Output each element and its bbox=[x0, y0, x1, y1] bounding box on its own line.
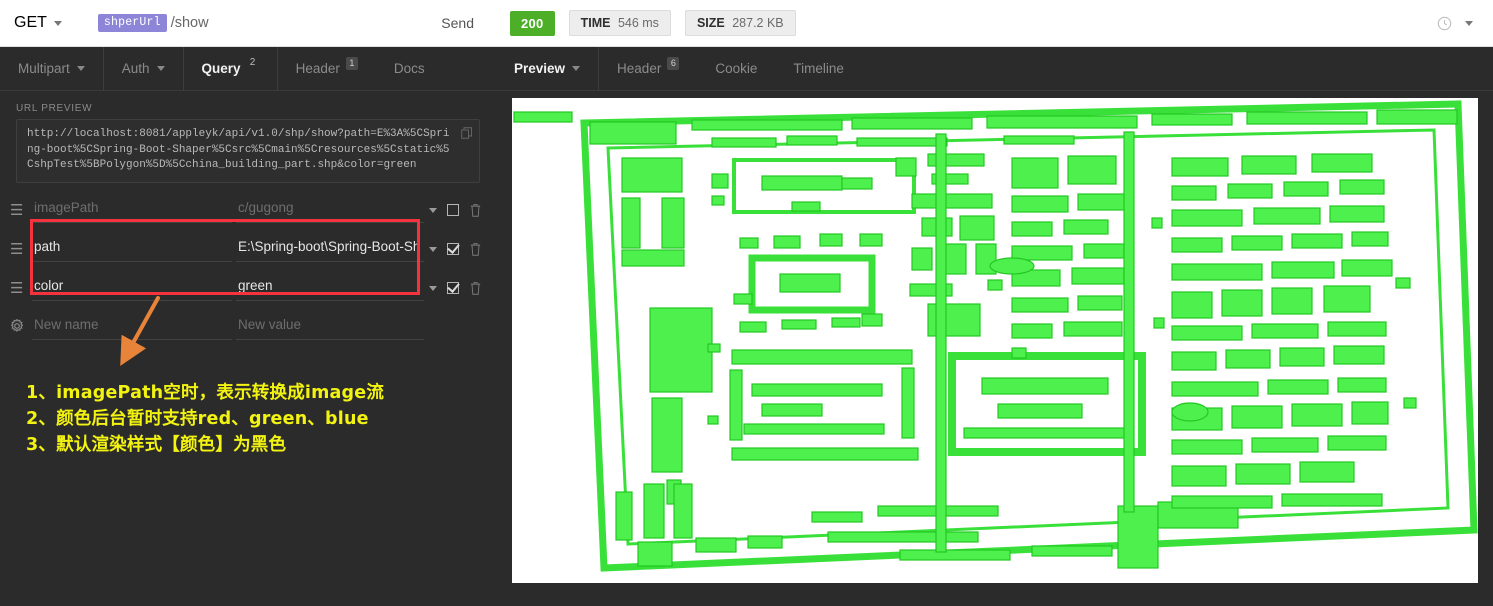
url-variable-chip: shperUrl bbox=[97, 14, 167, 32]
chevron-down-icon bbox=[156, 66, 165, 71]
shapefile-render-svg bbox=[511, 98, 1478, 583]
param-row-new bbox=[0, 308, 496, 347]
copy-icon[interactable] bbox=[461, 127, 473, 139]
tab-query-label: Query bbox=[201, 61, 241, 76]
url-preview-label: URL PREVIEW bbox=[16, 103, 93, 114]
request-pane: GET shperUrl /show Send Multipart Auth Q… bbox=[0, 0, 496, 606]
http-method-label: GET bbox=[14, 14, 47, 31]
tab-timeline-label: Timeline bbox=[793, 61, 844, 76]
delete-icon[interactable] bbox=[469, 242, 482, 256]
response-pane: 200 TIME 546 ms SIZE 287.2 KB Preview He… bbox=[496, 0, 1493, 606]
param-name-input[interactable] bbox=[32, 197, 232, 223]
param-name-input[interactable] bbox=[32, 236, 232, 262]
response-size-value: 287.2 KB bbox=[732, 16, 784, 30]
tab-cookie[interactable]: Cookie bbox=[697, 47, 775, 90]
response-status-bar: 200 TIME 546 ms SIZE 287.2 KB bbox=[496, 0, 1493, 47]
response-tabbar: Preview Header 6 Cookie Timeline bbox=[496, 47, 1493, 91]
param-controls bbox=[429, 281, 484, 295]
annotation-note-2: 2、颜色后台暂时支持red、green、blue bbox=[26, 409, 369, 429]
chevron-down-icon[interactable] bbox=[429, 285, 437, 291]
param-enabled-checkbox[interactable] bbox=[447, 282, 459, 294]
tab-response-header-badge: 6 bbox=[667, 57, 680, 70]
drag-handle-icon[interactable]: ☰ bbox=[10, 242, 32, 257]
annotation-note-1: 1、imagePath空时，表示转换成image流 bbox=[26, 383, 385, 403]
delete-icon[interactable] bbox=[469, 281, 482, 295]
tab-docs-label: Docs bbox=[393, 61, 425, 76]
url-preview-section: URL PREVIEW http://localhost:8081/appley… bbox=[0, 91, 496, 187]
request-bar: GET shperUrl /show Send bbox=[0, 0, 496, 47]
new-param-name-cell bbox=[32, 308, 232, 347]
query-params-list: ☰ ☰ bbox=[0, 187, 496, 347]
tab-header-badge: 1 bbox=[345, 57, 358, 70]
param-name-cell bbox=[32, 230, 232, 269]
tab-header[interactable]: Header 1 bbox=[278, 47, 376, 90]
response-history-control[interactable] bbox=[1437, 16, 1479, 31]
param-value-input[interactable] bbox=[236, 236, 424, 262]
param-value-cell bbox=[236, 191, 424, 230]
tab-auth[interactable]: Auth bbox=[104, 47, 184, 90]
param-row: ☰ bbox=[0, 191, 496, 230]
param-row: ☰ bbox=[0, 269, 496, 308]
annotation-note-3: 3、默认渲染样式【颜色】为黑色 bbox=[26, 435, 287, 455]
chevron-down-icon[interactable] bbox=[1465, 20, 1473, 26]
param-value-input[interactable] bbox=[236, 197, 424, 223]
tab-multipart[interactable]: Multipart bbox=[0, 47, 104, 90]
tab-response-header[interactable]: Header 6 bbox=[599, 47, 697, 90]
new-param-name-input[interactable] bbox=[32, 314, 232, 340]
http-method-selector[interactable]: GET bbox=[14, 14, 62, 32]
chevron-down-icon[interactable] bbox=[429, 246, 437, 252]
param-value-cell bbox=[236, 230, 424, 269]
send-button[interactable]: Send bbox=[441, 15, 482, 31]
response-time-chip: TIME 546 ms bbox=[568, 10, 671, 36]
tab-docs[interactable]: Docs bbox=[376, 47, 443, 90]
param-enabled-checkbox[interactable] bbox=[447, 204, 459, 216]
chevron-down-icon bbox=[572, 66, 581, 71]
tab-cookie-label: Cookie bbox=[715, 61, 758, 76]
tab-query[interactable]: Query 2 bbox=[183, 47, 278, 90]
param-name-cell bbox=[32, 269, 232, 308]
request-tabbar: Multipart Auth Query 2 Header 1 Docs bbox=[0, 47, 496, 91]
tab-timeline[interactable]: Timeline bbox=[775, 47, 862, 90]
api-client-window: GET shperUrl /show Send Multipart Auth Q… bbox=[0, 0, 1493, 606]
chevron-down-icon[interactable] bbox=[429, 207, 437, 213]
clock-icon[interactable] bbox=[1437, 16, 1452, 31]
tab-preview[interactable]: Preview bbox=[496, 47, 600, 90]
delete-icon[interactable] bbox=[469, 203, 482, 217]
param-value-cell bbox=[236, 269, 424, 308]
url-display[interactable]: shperUrl /show bbox=[97, 14, 209, 32]
drag-handle-icon[interactable]: ☰ bbox=[10, 203, 32, 218]
param-value-input[interactable] bbox=[236, 275, 424, 301]
status-badge: 200 bbox=[510, 10, 555, 36]
response-size-key: SIZE bbox=[696, 16, 725, 30]
tab-multipart-label: Multipart bbox=[18, 61, 70, 76]
new-param-value-input[interactable] bbox=[236, 314, 424, 340]
drag-handle-icon[interactable]: ☰ bbox=[10, 281, 32, 296]
tab-response-header-label: Header bbox=[617, 61, 662, 76]
shapefile-preview-image bbox=[511, 98, 1478, 583]
url-preview-box: http://localhost:8081/appleyk/api/v1.0/s… bbox=[16, 119, 480, 183]
chevron-down-icon bbox=[53, 20, 62, 26]
settings-gear-icon[interactable] bbox=[10, 318, 32, 336]
annotation-notes: 1、imagePath空时，表示转换成image流 2、颜色后台暂时支持red、… bbox=[26, 380, 466, 458]
url-path-text: /show bbox=[170, 15, 209, 31]
param-controls bbox=[429, 203, 484, 217]
tab-preview-label: Preview bbox=[514, 61, 566, 76]
response-size-chip: SIZE 287.2 KB bbox=[684, 10, 796, 36]
param-name-cell bbox=[32, 191, 232, 230]
param-row: ☰ bbox=[0, 230, 496, 269]
response-time-value: 546 ms bbox=[617, 16, 659, 30]
tab-auth-label: Auth bbox=[121, 61, 150, 76]
chevron-down-icon bbox=[76, 66, 85, 71]
param-enabled-checkbox[interactable] bbox=[447, 243, 459, 255]
new-param-value-cell bbox=[236, 308, 424, 347]
tab-query-badge: 2 bbox=[249, 57, 256, 68]
param-name-input[interactable] bbox=[32, 275, 232, 301]
preview-image-area bbox=[496, 91, 1493, 606]
response-time-key: TIME bbox=[580, 16, 611, 30]
tab-header-label: Header bbox=[295, 61, 340, 76]
param-controls bbox=[429, 242, 484, 256]
url-preview-text: http://localhost:8081/appleyk/api/v1.0/s… bbox=[27, 128, 450, 171]
